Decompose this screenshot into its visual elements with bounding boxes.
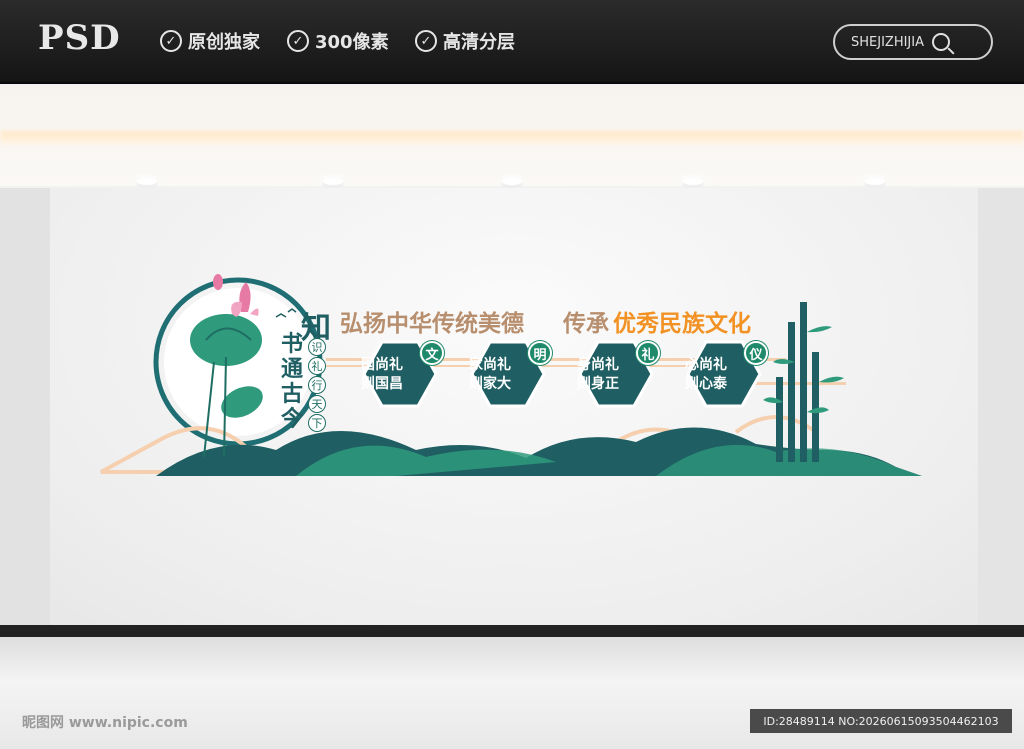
feature-label: 高清分层 (443, 32, 515, 53)
top-banner: PSD ✓ 原创独家 ✓ 300像素 ✓ 高清分层 SHEJIZHIJIA (0, 0, 1024, 84)
slogan-virtue: 弘扬中华传统美德 (340, 311, 524, 337)
title-circle-char: 天 (308, 395, 326, 413)
hexagon-line: 则心泰 (685, 376, 727, 392)
check-icon: ✓ (415, 30, 437, 52)
title-circle-char: 行 (308, 376, 326, 394)
hexagon-badge: 仪 (744, 341, 768, 365)
title-circle-char: 下 (308, 414, 326, 432)
spotlight (323, 178, 343, 185)
hexagon-badge: 明 (528, 341, 552, 365)
hexagon-line: 则身正 (577, 376, 619, 392)
hexagon-badge: 礼 (636, 341, 660, 365)
spotlight (683, 178, 703, 185)
hexagon-text: 国尚礼 则国昌 (342, 356, 422, 394)
ceiling (0, 86, 1024, 186)
check-icon: ✓ (160, 30, 182, 52)
ceiling-glow (0, 131, 1024, 145)
watermark-id: ID:28489114 NO:20260615093504462103 (750, 709, 1012, 733)
left-wall (0, 188, 50, 628)
baseboard (0, 625, 1024, 637)
slogan-culture: 优秀民族文化 (613, 311, 751, 337)
psd-logo: PSD (38, 18, 121, 58)
feature-resolution: ✓ 300像素 (287, 28, 389, 54)
search-box[interactable]: SHEJIZHIJIA (833, 24, 993, 60)
search-text: SHEJIZHIJIA (851, 34, 924, 50)
hexagon-line: 国尚礼 (361, 357, 403, 373)
hexagon-text: 心尚礼 则心泰 (666, 356, 746, 394)
title-circle-char: 礼 (308, 357, 326, 375)
hexagon-line: 身尚礼 (577, 357, 619, 373)
hexagon-line: 家尚礼 (469, 357, 511, 373)
spotlight (502, 178, 522, 185)
check-icon: ✓ (287, 30, 309, 52)
spotlight (865, 178, 885, 185)
lotus-bud (213, 274, 223, 290)
search-icon[interactable] (932, 33, 950, 51)
feature-label: 300像素 (315, 32, 389, 53)
spotlight (137, 178, 157, 185)
slogan-inherit: 传承 (563, 311, 609, 337)
title-circle-char: 识 (308, 338, 326, 356)
feature-original: ✓ 原创独家 (160, 28, 260, 54)
feature-label: 原创独家 (188, 32, 260, 53)
hexagon-line: 心尚礼 (685, 357, 727, 373)
watermark-site: 昵图网 www.nipic.com (22, 715, 188, 731)
hexagon-line: 则家大 (469, 376, 511, 392)
hexagon-text: 身尚礼 则身正 (558, 356, 638, 394)
hexagon-line: 则国昌 (361, 376, 403, 392)
title-vertical: 书通古今 (281, 331, 304, 432)
feature-layers: ✓ 高清分层 (415, 28, 515, 54)
hexagon-badge: 文 (420, 341, 444, 365)
right-wall (978, 188, 1024, 628)
hexagon-text: 家尚礼 则家大 (450, 356, 530, 394)
